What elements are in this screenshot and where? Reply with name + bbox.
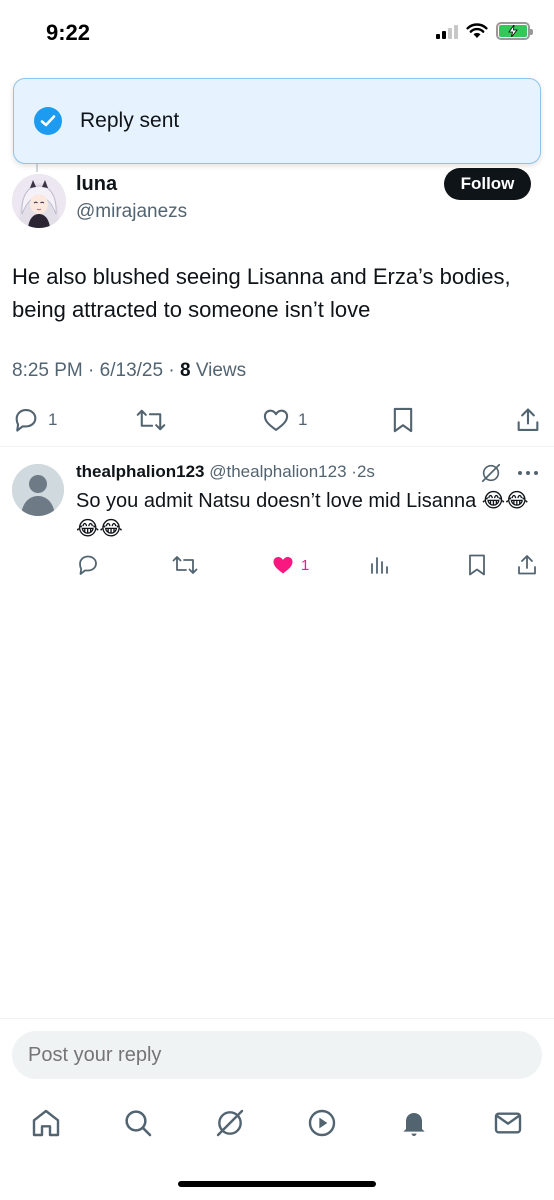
repost-icon [172, 556, 198, 574]
tweet-actions: 1 1 [0, 400, 554, 440]
status-icons [436, 22, 533, 40]
share-button[interactable] [514, 406, 542, 434]
status-bar: 9:22 [0, 0, 554, 70]
reply-repost-button[interactable] [172, 553, 198, 577]
wifi-icon [466, 23, 488, 38]
battery-icon [496, 22, 533, 40]
composer-divider [0, 1018, 554, 1019]
reply-header-icons [480, 462, 540, 484]
messages-icon [494, 1112, 522, 1134]
home-indicator[interactable] [178, 1181, 376, 1187]
reply-button[interactable]: 1 [12, 406, 57, 434]
views-count: 8 [179, 360, 191, 381]
share-icon [518, 555, 536, 575]
reply-author-name[interactable]: thealphalion123 [76, 462, 204, 481]
repost-button[interactable] [136, 406, 166, 434]
bookmark-icon [393, 407, 413, 433]
reply-author-handle[interactable]: @thealphalion123 [209, 462, 346, 481]
share-icon [517, 408, 539, 431]
repost-icon [136, 409, 166, 431]
author-name[interactable]: luna [76, 173, 117, 196]
grok-icon [216, 1109, 244, 1137]
like-count: 1 [298, 410, 308, 429]
bookmark-icon [469, 554, 485, 576]
notifications-icon [403, 1113, 425, 1137]
reply-reply-button[interactable] [76, 553, 100, 577]
bookmark-button[interactable] [390, 406, 416, 434]
tab-home[interactable] [23, 1100, 69, 1146]
reply-sent-toast: Reply sent [13, 78, 541, 164]
author-handle[interactable]: @mirajanezs [76, 201, 187, 223]
cellular-signal-icon [436, 23, 458, 39]
reply-avatar[interactable] [12, 464, 64, 516]
reply-bookmark-button[interactable] [466, 553, 488, 577]
meta-separator: · [88, 360, 100, 381]
bottom-tab-bar [0, 1100, 554, 1146]
like-button[interactable]: 1 [262, 406, 307, 434]
reply-actions: 1 [0, 553, 554, 579]
reply-icon [79, 555, 97, 575]
tab-search[interactable] [115, 1100, 161, 1146]
video-icon [308, 1109, 336, 1137]
reply-count: 1 [48, 410, 58, 429]
reply-icon [15, 409, 37, 432]
tab-notifications[interactable] [391, 1100, 437, 1146]
tab-messages[interactable] [485, 1100, 531, 1146]
reply-share-button[interactable] [515, 553, 539, 577]
home-icon [32, 1109, 60, 1137]
tab-grok[interactable] [207, 1100, 253, 1146]
follow-button[interactable]: Follow [444, 168, 531, 200]
author-avatar[interactable] [12, 174, 66, 228]
more-options-icon[interactable] [516, 468, 540, 478]
tweet-time: 8:25 PM [12, 360, 83, 381]
tweet-text: He also blushed seeing Lisanna and Erza’… [12, 264, 511, 322]
toast-message: Reply sent [80, 109, 180, 132]
reply-composer-input[interactable] [12, 1031, 542, 1079]
reply-age: 2s [356, 462, 375, 481]
tab-video[interactable] [299, 1100, 345, 1146]
tweet-meta: 8:25 PM · 6/13/25 · 8 Views [12, 360, 246, 382]
tweet-date: 6/13/25 [99, 360, 164, 381]
status-time: 9:22 [46, 20, 91, 45]
grok-icon[interactable] [480, 462, 502, 484]
reply-text: So you admit Natsu doesn’t love mid Lisa… [76, 490, 529, 540]
heart-icon [263, 409, 289, 431]
checkmark-icon [34, 107, 62, 135]
analytics-icon [371, 557, 388, 574]
reply-like-button[interactable]: 1 [271, 553, 309, 577]
views-label: Views [195, 360, 247, 381]
meta-separator: · [168, 360, 180, 381]
reply-header: thealphalion123 @thealphalion123 ·2s [76, 462, 375, 482]
reply-like-count: 1 [301, 556, 310, 574]
search-icon [125, 1110, 152, 1137]
reply-views-button[interactable] [368, 553, 392, 577]
divider [0, 446, 554, 447]
heart-filled-icon [273, 557, 293, 574]
